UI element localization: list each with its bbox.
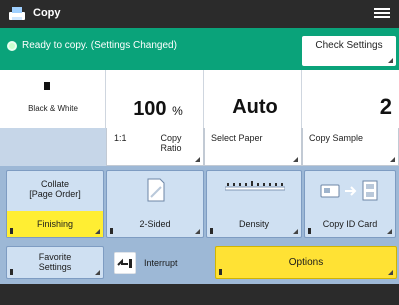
copy-id-card-button[interactable]: Copy ID Card	[304, 170, 396, 238]
corner-mark-icon	[195, 229, 200, 234]
corner-mark-icon	[388, 58, 393, 63]
corner-mark-icon	[390, 157, 395, 162]
finishing-button[interactable]: Collate [Page Order] Finishing	[6, 170, 104, 238]
copy-ratio-label: Copy Ratio	[151, 133, 191, 153]
copy-sample-button[interactable]: Copy Sample	[302, 128, 399, 166]
check-settings-button[interactable]: Check Settings	[302, 36, 396, 66]
copy-app-icon	[9, 7, 25, 20]
app-title: Copy	[33, 7, 61, 19]
collate-line2: [Page Order]	[29, 189, 81, 199]
collate-line1: Collate	[40, 179, 69, 189]
finishing-value: Finishing	[7, 211, 103, 237]
select-paper-button[interactable]: Select Paper	[204, 128, 302, 166]
color-mode-label: Black & White	[28, 104, 78, 113]
ratio-unit: %	[172, 104, 183, 118]
interrupt-icon	[114, 252, 136, 274]
corner-mark-icon	[293, 157, 298, 162]
left-mark-icon	[308, 228, 311, 234]
corner-mark-icon	[95, 270, 100, 275]
left-mark-icon	[10, 228, 13, 234]
corner-mark-icon	[293, 229, 298, 234]
ok-icon	[7, 41, 17, 51]
left-mark-icon	[210, 228, 213, 234]
left-mark-icon	[110, 228, 113, 234]
copy-screen: Copy Ready to copy. (Settings Changed) C…	[0, 0, 399, 305]
status-message: Ready to copy. (Settings Changed)	[22, 40, 177, 51]
corner-mark-icon	[388, 270, 393, 275]
copy-ratio-value: 100 %	[110, 98, 206, 121]
collate-label: Collate [Page Order]	[7, 179, 103, 199]
left-mark-icon	[219, 269, 222, 275]
options-button[interactable]: Options	[215, 246, 397, 279]
bottom-bar	[0, 284, 399, 305]
copy-ratio-line1: Copy	[160, 133, 182, 143]
settings-summary: Black & White 100 % Auto 2	[0, 70, 399, 134]
left-mark-icon	[10, 269, 13, 275]
title-bar: Copy	[0, 0, 399, 28]
menu-icon[interactable]	[372, 6, 392, 22]
corner-mark-icon	[95, 229, 100, 234]
copy-ratio-line2: Ratio	[160, 143, 182, 153]
finishing-label: Finishing	[36, 219, 74, 229]
two-sided-label: 2-Sided	[139, 219, 171, 229]
favorite-settings-label: Favorite Settings	[7, 252, 103, 272]
two-sided-button[interactable]: 2-Sided	[106, 170, 204, 238]
density-label: Density	[238, 219, 269, 229]
select-paper-label: Select Paper	[211, 133, 263, 143]
copy-id-card-label: Copy ID Card	[322, 219, 378, 229]
interrupt-button[interactable]: Interrupt	[110, 248, 210, 278]
id-card-icon	[320, 180, 378, 201]
density-button[interactable]: Density	[206, 170, 302, 238]
favorite-line2: Settings	[38, 262, 72, 272]
favorite-line1: Favorite	[38, 252, 72, 262]
interrupt-label: Interrupt	[144, 258, 178, 268]
check-settings-label: Check Settings	[315, 40, 383, 51]
copy-ratio-button[interactable]: 1:1 Copy Ratio	[106, 128, 204, 166]
copy-sample-label: Copy Sample	[309, 133, 364, 143]
two-sided-icon	[147, 178, 165, 202]
favorite-settings-button[interactable]: Favorite Settings	[6, 246, 104, 279]
ratio-number: 100	[133, 98, 167, 120]
options-label: Options	[288, 257, 324, 268]
ratio-prefix: 1:1	[114, 133, 127, 143]
density-icon	[225, 181, 285, 191]
paper-value: Auto	[232, 96, 278, 118]
color-mode-cell[interactable]: Black & White	[0, 70, 106, 134]
corner-mark-icon	[195, 157, 200, 162]
black-white-icon	[44, 82, 50, 90]
corner-mark-icon	[387, 229, 392, 234]
copies-count: 2	[379, 94, 392, 119]
